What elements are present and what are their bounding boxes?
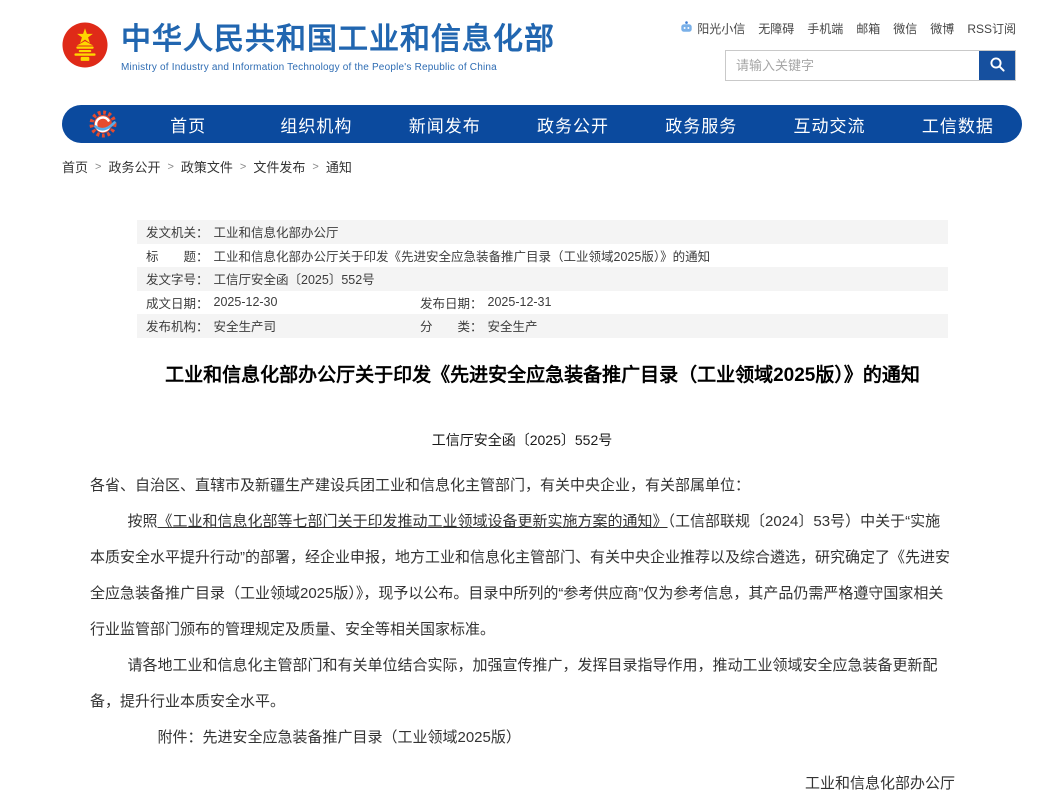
- utility-link-rss[interactable]: RSS订阅: [967, 20, 1016, 37]
- utility-link-accessibility[interactable]: 无障碍: [758, 20, 794, 37]
- breadcrumb-separator: >: [240, 161, 246, 173]
- breadcrumb-separator: >: [312, 161, 318, 173]
- nav-item-miit-data[interactable]: 工信数据: [894, 112, 1022, 137]
- paragraph-closing: 请各地工业和信息化主管部门和有关单位结合实际，加强宣传推广，发挥目录指导作用，推…: [90, 648, 955, 720]
- meta-label: 发文机关：: [146, 222, 209, 241]
- main-content: 发文机关： 工业和信息化部办公厅 标 题： 工业和信息化部办公厅关于印发《先进安…: [0, 220, 1044, 793]
- breadcrumb-separator: >: [167, 161, 173, 173]
- robot-icon: [680, 21, 693, 37]
- attachment-link[interactable]: 附件：先进安全应急装备推广目录（工业领域2025版）: [90, 720, 955, 756]
- salutation: 各省、自治区、直辖市及新疆生产建设兵团工业和信息化主管部门，有关中央企业，有关部…: [90, 468, 955, 504]
- meta-value: 安全生产: [488, 316, 538, 335]
- meta-value: 2025-12-30: [214, 295, 278, 309]
- header-right: 阳光小信 无障碍 手机端 邮箱 微信 微博 RSS订阅: [725, 20, 1016, 81]
- meta-value: 2025-12-31: [488, 295, 552, 309]
- meta-row-title: 标 题： 工业和信息化部办公厅关于印发《先进安全应急装备推广目录（工业领域202…: [137, 244, 948, 268]
- breadcrumb-document-release[interactable]: 文件发布: [253, 157, 305, 176]
- nav-item-gov-services[interactable]: 政务服务: [637, 112, 765, 137]
- site-logo[interactable]: 中华人民共和国工业和信息化部 Ministry of Industry and …: [62, 22, 555, 73]
- paragraph-text: 按照: [128, 513, 158, 530]
- site-header: 中华人民共和国工业和信息化部 Ministry of Industry and …: [0, 0, 1044, 103]
- search-box: [725, 50, 1016, 81]
- breadcrumb-policy-documents[interactable]: 政策文件: [181, 157, 233, 176]
- search-button[interactable]: [979, 51, 1015, 80]
- document-meta-table: 发文机关： 工业和信息化部办公厅 标 题： 工业和信息化部办公厅关于印发《先进安…: [137, 220, 948, 338]
- document-number: 工信厅安全函〔2025〕552号: [0, 430, 1044, 450]
- nav-item-organization[interactable]: 组织机构: [252, 112, 380, 137]
- utility-link-wechat[interactable]: 微信: [893, 20, 917, 37]
- breadcrumb-gov-disclosure[interactable]: 政务公开: [108, 157, 160, 176]
- meta-label: 发布日期：: [420, 293, 483, 312]
- breadcrumb-notice[interactable]: 通知: [326, 157, 352, 176]
- meta-label: 发文字号：: [146, 269, 209, 288]
- signature-block: 工业和信息化部办公厅 2025年12月30日: [90, 771, 955, 793]
- meta-label: 发布机构：: [146, 316, 209, 335]
- meta-label: 标 题：: [146, 246, 209, 265]
- meta-row-doc-number: 发文字号： 工信厅安全函〔2025〕552号: [137, 267, 948, 291]
- nav-item-home[interactable]: 首页: [124, 112, 252, 137]
- meta-row-dates: 成文日期： 2025-12-30 发布日期： 2025-12-31: [137, 291, 948, 315]
- meta-label: 分 类：: [420, 316, 483, 335]
- meta-row-issuing-agency: 发文机关： 工业和信息化部办公厅: [137, 220, 948, 244]
- search-input[interactable]: [726, 51, 979, 80]
- breadcrumb-home[interactable]: 首页: [62, 157, 88, 176]
- document-body: 各省、自治区、直辖市及新疆生产建设兵团工业和信息化主管部门，有关中央企业，有关部…: [90, 468, 955, 793]
- meta-value: 工信厅安全函〔2025〕552号: [214, 269, 375, 288]
- site-title: 中华人民共和国工业和信息化部: [121, 23, 555, 57]
- nav-item-gov-disclosure[interactable]: 政务公开: [509, 112, 637, 137]
- utility-link-mobile[interactable]: 手机端: [807, 20, 843, 37]
- national-emblem-icon: [62, 22, 108, 73]
- reference-document-link[interactable]: 《工业和信息化部等七部门关于印发推动工业领域设备更新实施方案的通知》: [158, 513, 668, 530]
- meta-value: 安全生产司: [214, 316, 277, 335]
- miit-gear-logo-icon: [88, 109, 118, 139]
- nav-item-interaction[interactable]: 互动交流: [765, 112, 893, 137]
- main-nav: 首页 组织机构 新闻发布 政务公开 政务服务 互动交流 工信数据: [62, 105, 1022, 143]
- meta-label: 成文日期：: [146, 293, 209, 312]
- utility-link-sunshine-assistant[interactable]: 阳光小信: [680, 20, 745, 37]
- nav-item-news[interactable]: 新闻发布: [381, 112, 509, 137]
- utility-link-label: 阳光小信: [697, 20, 745, 37]
- utility-link-mail[interactable]: 邮箱: [856, 20, 880, 37]
- breadcrumb-separator: >: [95, 161, 101, 173]
- meta-value: 工业和信息化部办公厅关于印发《先进安全应急装备推广目录（工业领域2025版）》的…: [214, 246, 711, 265]
- breadcrumb: 首页 > 政务公开 > 政策文件 > 文件发布 > 通知: [62, 157, 1044, 176]
- page: 中华人民共和国工业和信息化部 Ministry of Industry and …: [0, 0, 1044, 793]
- utility-links: 阳光小信 无障碍 手机端 邮箱 微信 微博 RSS订阅: [725, 20, 1016, 37]
- signing-organization: 工业和信息化部办公厅: [90, 771, 955, 793]
- site-subtitle: Ministry of Industry and Information Tec…: [121, 62, 555, 73]
- document-title: 工业和信息化部办公厅关于印发《先进安全应急装备推广目录（工业领域2025版）》的…: [137, 364, 948, 388]
- paragraph-main: 按照《工业和信息化部等七部门关于印发推动工业领域设备更新实施方案的通知》（工信部…: [90, 504, 955, 648]
- paragraph-text: （工信部联规〔2024〕53号）中关于“实施本质安全水平提升行动”的部署，经企业…: [90, 513, 950, 638]
- meta-value: 工业和信息化部办公厅: [214, 222, 339, 241]
- utility-link-weibo[interactable]: 微博: [930, 20, 954, 37]
- search-icon: [989, 56, 1006, 76]
- meta-row-publisher-category: 发布机构： 安全生产司 分 类： 安全生产: [137, 314, 948, 338]
